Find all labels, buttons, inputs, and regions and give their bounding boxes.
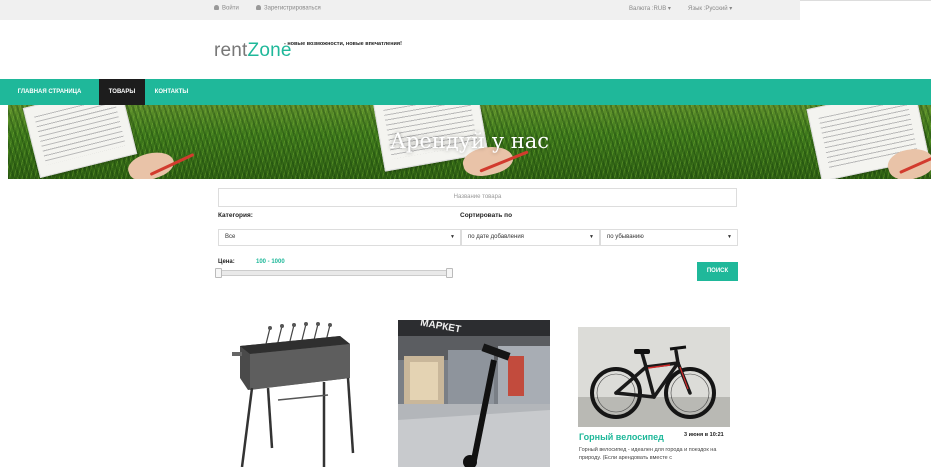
- product-title[interactable]: Горный велосипед: [579, 432, 664, 442]
- sort-order-select[interactable]: по убыванию ▼: [600, 229, 738, 246]
- topbar-edge: [800, 0, 931, 2]
- product-card-grill[interactable]: [218, 318, 371, 467]
- price-label: Цена:: [218, 259, 235, 265]
- register-label: Зарегистрироваться: [264, 5, 321, 12]
- language-dropdown[interactable]: Язык :Русский ▾: [688, 5, 732, 12]
- site-logo[interactable]: rentZone: [214, 40, 292, 62]
- site-tagline: - новые возможности, новые впечатления!: [284, 41, 402, 47]
- nav-item-home[interactable]: ГЛАВНАЯ СТРАНИЦА: [0, 79, 99, 105]
- product-description: Горный велосипед - идеален для города и …: [579, 447, 717, 461]
- top-bar: Войти Зарегистрироваться Валюта :RUB ▾ Я…: [0, 0, 800, 20]
- product-search-input[interactable]: Название товара: [218, 188, 737, 207]
- sort-field-select[interactable]: по дате добавления ▼: [461, 229, 600, 246]
- price-slider-max-handle[interactable]: [446, 268, 453, 278]
- scooter-image: [398, 320, 550, 467]
- main-nav: ГЛАВНАЯ СТРАНИЦА ТОВАРЫ КОНТАКТЫ: [0, 79, 931, 105]
- sort-order-value: по убыванию: [607, 234, 644, 240]
- grill-image: [232, 322, 355, 467]
- search-button[interactable]: ПОИСК: [697, 262, 738, 281]
- logo-text-part1: rent: [214, 40, 248, 61]
- sort-field-value: по дате добавления: [468, 234, 524, 240]
- bicycle-image: [578, 327, 730, 427]
- dropdown-arrow-icon: ▼: [727, 234, 732, 240]
- currency-dropdown[interactable]: Валюта :RUB ▾: [629, 5, 671, 12]
- price-slider-min-handle[interactable]: [215, 268, 222, 278]
- hero-banner: Арендуй у нас: [8, 105, 931, 179]
- dropdown-arrow-icon: ▼: [450, 234, 455, 240]
- user-icon: [214, 5, 219, 10]
- category-label: Категория:: [218, 212, 253, 219]
- nav-item-products[interactable]: ТОВАРЫ: [99, 79, 145, 105]
- dropdown-arrow-icon: ▼: [589, 234, 594, 240]
- login-label: Войти: [222, 5, 239, 12]
- price-slider[interactable]: [218, 270, 453, 276]
- product-date: 3 июня в 10:21: [684, 432, 724, 438]
- nav-item-contacts[interactable]: КОНТАКТЫ: [145, 79, 198, 105]
- page: Войти Зарегистрироваться Валюта :RUB ▾ Я…: [0, 0, 931, 467]
- category-select[interactable]: Все ▼: [218, 229, 461, 246]
- banner-title: Арендуй у нас: [389, 129, 550, 153]
- sort-label: Сортировать по: [460, 212, 513, 219]
- price-range-value: 100 - 1000: [256, 259, 285, 265]
- user-icon: [256, 5, 261, 10]
- category-select-value: Все: [225, 234, 236, 240]
- product-card-scooter[interactable]: МАРКЕТ: [398, 320, 550, 467]
- product-card-bicycle[interactable]: [578, 327, 730, 427]
- register-link[interactable]: Зарегистрироваться: [256, 5, 321, 12]
- login-link[interactable]: Войти: [214, 5, 239, 12]
